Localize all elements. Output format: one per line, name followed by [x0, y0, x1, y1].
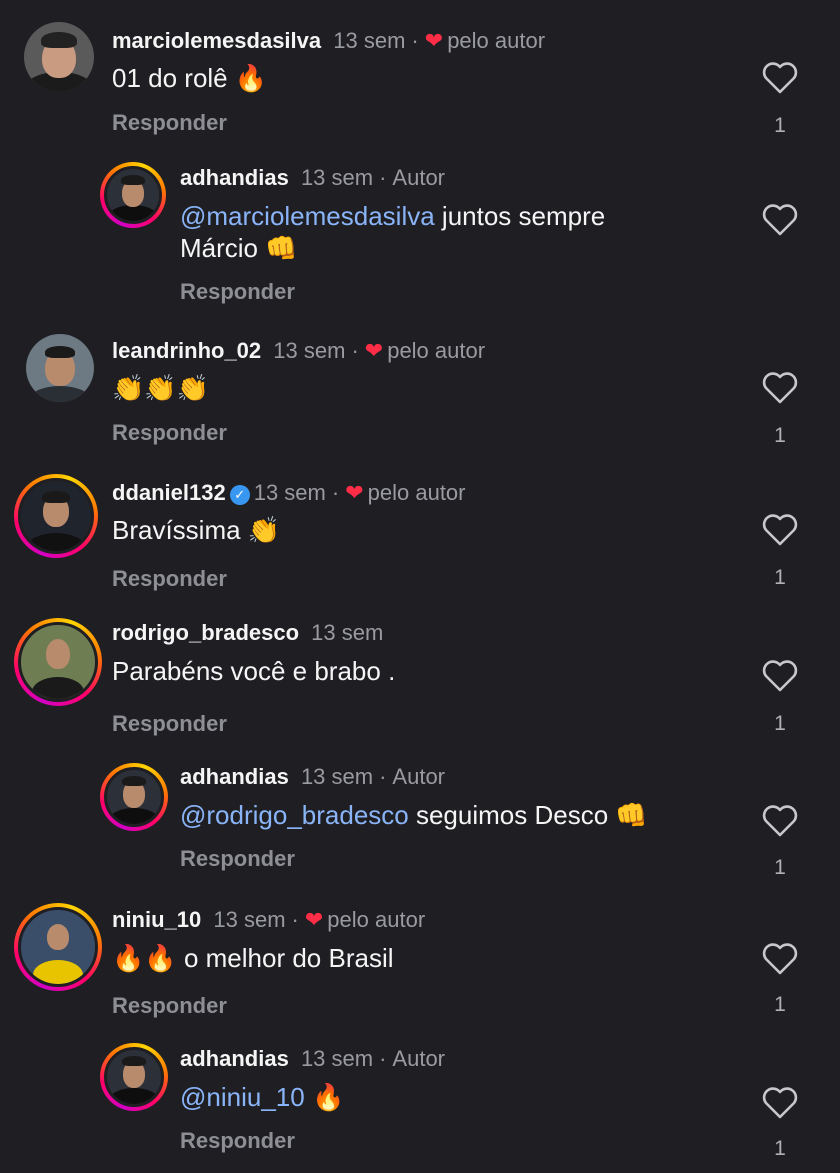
reply-button[interactable]: Responder — [112, 420, 227, 446]
username[interactable]: niniu_10 — [112, 907, 201, 932]
comment-text: @niniu_10 🔥 — [180, 1082, 345, 1112]
heart-outline-icon[interactable] — [762, 204, 798, 236]
mention-link[interactable]: @rodrigo_bradesco — [180, 800, 409, 830]
author-label: Autor — [392, 764, 446, 789]
reply-item: adhandias 13 sem · Autor @marciolemesdasil… — [0, 150, 840, 320]
heart-outline-icon[interactable] — [762, 372, 798, 404]
timestamp: 13 sem — [300, 764, 374, 789]
avatar[interactable] — [14, 474, 98, 558]
reply-item: adhandias 13 sem · Autor @rodrigo_bradesco… — [0, 755, 840, 895]
like-count: 1 — [774, 856, 786, 879]
comment-item: ddaniel132 ✓ 13 sem · ❤ pelo autor Bravíssima… — [0, 460, 840, 610]
comment-text: @marciolemesdasilva juntos sempre Márcio… — [180, 201, 606, 263]
heart-filled-icon: ❤ — [304, 907, 324, 932]
timestamp: 13 sem — [213, 907, 286, 932]
comment-text: 👏👏👏 — [112, 373, 210, 403]
reply-button[interactable]: Responder — [180, 846, 295, 872]
timestamp: 13 sem — [300, 1046, 374, 1071]
comment-header: adhandias 13 sem · Autor — [180, 1046, 446, 1071]
like-count: 1 — [774, 566, 786, 589]
timestamp: 13 sem — [253, 480, 326, 505]
comment-text: 🔥🔥 o melhor do Brasil — [112, 943, 394, 973]
heart-outline-icon[interactable] — [762, 1087, 798, 1119]
timestamp: 13 sem — [300, 165, 374, 190]
username[interactable]: adhandias — [180, 1046, 289, 1071]
timestamp: 13 sem — [311, 620, 384, 645]
comment-header: adhandias 13 sem · Autor — [180, 165, 446, 190]
comment-header: ddaniel132 ✓ 13 sem · ❤ pelo autor — [112, 480, 466, 505]
heart-outline-icon[interactable] — [762, 805, 798, 837]
author-label: Autor — [392, 1046, 446, 1071]
liked-by-author-label: pelo autor — [387, 338, 486, 363]
like-count: 1 — [774, 1137, 786, 1160]
mention-link[interactable]: @niniu_10 — [180, 1082, 305, 1112]
comment-text: 01 do rolê 🔥 — [112, 63, 268, 93]
heart-outline-icon[interactable] — [762, 62, 798, 94]
avatar[interactable] — [24, 22, 94, 92]
avatar[interactable] — [100, 763, 168, 831]
reply-button[interactable]: Responder — [180, 279, 295, 305]
avatar[interactable] — [100, 1043, 168, 1111]
avatar[interactable] — [100, 162, 166, 228]
reply-button[interactable]: Responder — [112, 993, 227, 1019]
comment-item: marciolemesdasilva 13 sem · ❤ pelo autor 01… — [0, 0, 840, 150]
comment-text: @rodrigo_bradesco seguimos Desco 👊 — [180, 800, 648, 830]
reply-button[interactable]: Responder — [112, 110, 227, 136]
heart-outline-icon[interactable] — [762, 660, 798, 692]
heart-filled-icon: ❤ — [364, 338, 384, 363]
liked-by-author-label: pelo autor — [367, 480, 466, 505]
like-count: 1 — [774, 993, 786, 1016]
avatar[interactable] — [26, 334, 94, 402]
avatar[interactable] — [14, 903, 102, 991]
like-count: 1 — [774, 114, 786, 137]
heart-filled-icon: ❤ — [345, 480, 364, 505]
reply-item: adhandias 13 sem · Autor @niniu_10 🔥 Respo… — [0, 1035, 840, 1173]
author-label: Autor — [392, 165, 446, 190]
comment-text: Parabéns você e brabo . — [112, 656, 396, 686]
heart-filled-icon: ❤ — [424, 28, 444, 53]
comment-header: niniu_10 13 sem · ❤ pelo autor — [112, 907, 426, 932]
timestamp: 13 sem — [273, 338, 346, 363]
reply-button[interactable]: Responder — [112, 566, 227, 592]
comment-item: rodrigo_bradesco 13 sem Parabéns você e … — [0, 610, 840, 755]
comment-header: rodrigo_bradesco 13 sem — [112, 620, 383, 646]
verified-badge-icon: ✓ — [229, 485, 250, 505]
heart-outline-icon[interactable] — [762, 514, 798, 546]
username[interactable]: adhandias — [180, 764, 289, 789]
liked-by-author-label: pelo autor — [327, 907, 426, 932]
like-count: 1 — [774, 712, 786, 735]
reply-button[interactable]: Responder — [180, 1128, 295, 1154]
username[interactable]: rodrigo_bradesco — [112, 620, 299, 645]
username[interactable]: marciolemesdasilva — [112, 28, 321, 53]
comment-text: Bravíssima 👏 — [112, 515, 281, 545]
comment-header: marciolemesdasilva 13 sem · ❤ pelo autor — [112, 28, 546, 53]
comment-item: leandrinho_02 13 sem · ❤ pelo autor 👏👏👏 Res… — [0, 320, 840, 460]
like-count: 1 — [774, 424, 786, 447]
timestamp: 13 sem — [333, 28, 406, 53]
username[interactable]: leandrinho_02 — [112, 338, 261, 363]
username[interactable]: adhandias — [180, 165, 289, 190]
comment-header: leandrinho_02 13 sem · ❤ pelo autor — [112, 338, 486, 363]
mention-link[interactable]: @marciolemesdasilva — [180, 201, 435, 231]
liked-by-author-label: pelo autor — [447, 28, 546, 53]
username[interactable]: ddaniel132 — [112, 480, 226, 505]
reply-button[interactable]: Responder — [112, 711, 227, 737]
comment-item: niniu_10 13 sem · ❤ pelo autor 🔥🔥 o melhor … — [0, 895, 840, 1035]
heart-outline-icon[interactable] — [762, 943, 798, 975]
avatar[interactable] — [14, 618, 102, 706]
comment-header: adhandias 13 sem · Autor — [180, 764, 446, 789]
